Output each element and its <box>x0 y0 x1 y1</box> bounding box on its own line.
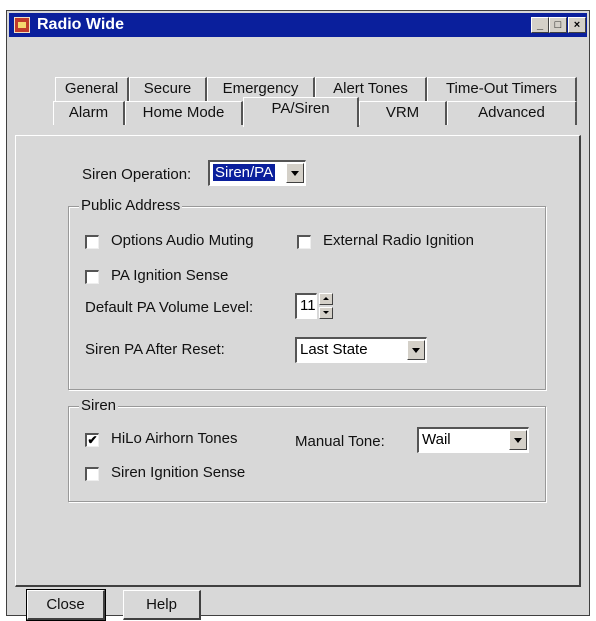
pa-ignition-sense-checkbox[interactable] <box>85 270 99 284</box>
pa-siren-panel: Siren Operation: Siren/PA Public Address… <box>15 135 581 587</box>
chevron-down-icon[interactable] <box>407 340 425 360</box>
public-address-group: Public Address Options Audio Muting Exte… <box>68 197 546 390</box>
minimize-button[interactable]: _ <box>531 17 549 33</box>
tab-advanced[interactable]: Advanced <box>447 101 577 125</box>
close-window-button[interactable]: × <box>568 17 586 33</box>
tab-general[interactable]: General <box>55 77 129 101</box>
external-radio-ignition-checkbox[interactable] <box>297 235 311 249</box>
tab-secure[interactable]: Secure <box>129 77 207 101</box>
after-reset-value: Last State <box>300 341 368 358</box>
close-button[interactable]: Close <box>26 589 106 621</box>
check-icon: ✔ <box>87 433 98 447</box>
help-button[interactable]: Help <box>123 590 201 620</box>
manual-tone-select[interactable]: Wail <box>417 427 529 453</box>
siren-ignition-sense-checkbox[interactable] <box>85 467 99 481</box>
manual-tone-label: Manual Tone: <box>295 433 385 450</box>
volume-up-button[interactable] <box>319 293 333 305</box>
volume-down-button[interactable] <box>319 307 333 319</box>
after-reset-select[interactable]: Last State <box>295 337 427 363</box>
tab-control: General Secure Emergency Alert Tones Tim… <box>15 47 581 587</box>
siren-group: Siren ✔ HiLo Airhorn Tones Manual Tone: … <box>68 397 546 502</box>
siren-operation-label: Siren Operation: <box>82 166 192 183</box>
siren-ignition-sense-label: Siren Ignition Sense <box>111 464 246 481</box>
radio-wide-window: Radio Wide _ □ × General Secure Emergenc… <box>6 10 590 621</box>
title-bar[interactable]: Radio Wide _ □ × <box>9 13 587 37</box>
pa-ignition-sense-label: PA Ignition Sense <box>111 267 229 284</box>
options-audio-muting-label: Options Audio Muting <box>111 232 254 249</box>
siren-operation-value: Siren/PA <box>213 164 276 181</box>
window-title: Radio Wide <box>37 16 124 33</box>
chevron-down-icon[interactable] <box>286 163 304 183</box>
tab-time-out-timers[interactable]: Time-Out Timers <box>427 77 577 101</box>
chevron-down-icon[interactable] <box>509 430 527 450</box>
siren-operation-select[interactable]: Siren/PA <box>208 160 306 186</box>
default-pa-volume-label: Default PA Volume Level: <box>85 299 254 316</box>
pa-volume-input[interactable]: 11 <box>295 293 317 319</box>
pa-volume-value: 11 <box>300 297 316 314</box>
public-address-title: Public Address <box>79 197 183 214</box>
tab-pa-siren[interactable]: PA/Siren <box>243 97 359 127</box>
tab-vrm[interactable]: VRM <box>359 101 447 125</box>
app-icon <box>14 17 30 33</box>
maximize-button[interactable]: □ <box>549 17 567 33</box>
hilo-airhorn-checkbox[interactable]: ✔ <box>85 433 99 447</box>
tab-alarm[interactable]: Alarm <box>53 101 125 125</box>
manual-tone-value: Wail <box>422 431 451 448</box>
tab-home-mode[interactable]: Home Mode <box>125 101 243 125</box>
options-audio-muting-checkbox[interactable] <box>85 235 99 249</box>
siren-title: Siren <box>79 397 119 414</box>
external-radio-ignition-label: External Radio Ignition <box>323 232 474 249</box>
siren-pa-after-reset-label: Siren PA After Reset: <box>85 341 225 358</box>
hilo-airhorn-label: HiLo Airhorn Tones <box>111 430 238 447</box>
